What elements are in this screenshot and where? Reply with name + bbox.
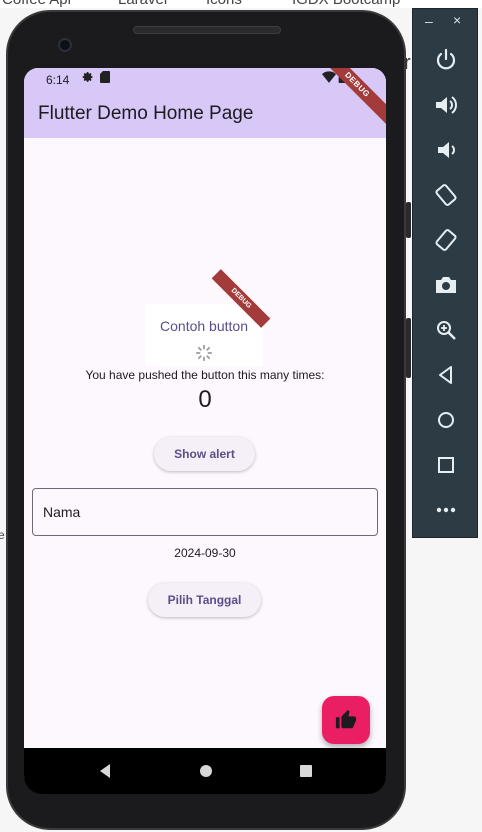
counter-value: 0 [198, 386, 212, 413]
more-button[interactable] [433, 497, 459, 523]
zoom-button[interactable] [433, 317, 459, 343]
bookmarks-bar: Coffee Api Laravel Icons IGDX Bootcamp [0, 0, 482, 8]
camera-icon [436, 277, 456, 293]
contoh-button-widget[interactable]: Contoh button [145, 304, 263, 366]
show-alert-button[interactable]: Show alert [154, 437, 255, 471]
power-icon [436, 48, 456, 70]
screenshot-button[interactable] [433, 272, 459, 298]
volume-down-button[interactable] [433, 137, 459, 163]
more-icon [436, 507, 456, 513]
bookmark-icons[interactable]: Icons [206, 0, 242, 8]
bookmark-coffee-api[interactable]: Coffee Api [2, 0, 71, 8]
rotate-left-icon [435, 184, 457, 206]
back-icon [439, 366, 452, 384]
status-time: 6:14 [46, 73, 70, 87]
nav-back-icon[interactable] [94, 760, 116, 782]
rotate-left-button[interactable] [433, 182, 459, 208]
thumb-up-icon [335, 709, 357, 729]
emulator-toolbar: – × [412, 8, 478, 538]
counter-label: You have pushed the button this many tim… [85, 368, 325, 382]
nama-text-field[interactable]: Nama [32, 488, 378, 536]
minimize-button[interactable]: – [425, 13, 433, 29]
nav-home-icon[interactable] [195, 760, 217, 782]
overview-icon [438, 457, 454, 473]
floating-action-button[interactable] [322, 696, 370, 744]
front-camera-icon [58, 38, 72, 52]
sd-card-icon [100, 71, 110, 86]
close-button[interactable]: × [453, 12, 461, 28]
home-icon [438, 412, 454, 428]
volume-up-button[interactable] [433, 92, 459, 118]
nav-recents-icon[interactable] [295, 760, 317, 782]
status-bar: 6:14 [24, 68, 386, 92]
background-text-fragment-left: e [0, 528, 5, 542]
device-power-key [406, 202, 411, 238]
power-button[interactable] [433, 47, 459, 73]
page-title: Flutter Demo Home Page [38, 103, 254, 124]
earpiece-speaker [133, 26, 281, 34]
selected-date: 2024-09-30 [174, 546, 236, 560]
overview-button[interactable] [433, 452, 459, 478]
volume-up-icon [436, 96, 457, 114]
back-button[interactable] [433, 362, 459, 388]
device-screen: 6:14 Flutter Demo Home Page DEBUG Contoh… [24, 68, 386, 778]
bookmark-igdx-bootcamp[interactable]: IGDX Bootcamp [292, 0, 400, 8]
rotate-right-icon [435, 229, 457, 251]
zoom-icon [437, 321, 456, 340]
wifi-icon [322, 71, 336, 86]
home-button[interactable] [433, 407, 459, 433]
rotate-right-button[interactable] [433, 227, 459, 253]
loading-spinner-icon [195, 344, 213, 362]
bookmark-laravel[interactable]: Laravel [118, 0, 167, 8]
contoh-button-label: Contoh button [160, 318, 248, 334]
pilih-tanggal-button[interactable]: Pilih Tanggal [148, 583, 261, 617]
device-volume-key [406, 318, 411, 378]
emulator-device-frame: 6:14 Flutter Demo Home Page DEBUG Contoh… [6, 10, 411, 830]
volume-down-icon [438, 142, 455, 158]
toolbar-window-controls: – × [413, 9, 479, 37]
nama-field-text: Nama [43, 504, 81, 520]
app-bar: Flutter Demo Home Page [24, 92, 386, 138]
settings-gear-icon [82, 71, 94, 86]
android-navigation-bar [24, 748, 386, 794]
